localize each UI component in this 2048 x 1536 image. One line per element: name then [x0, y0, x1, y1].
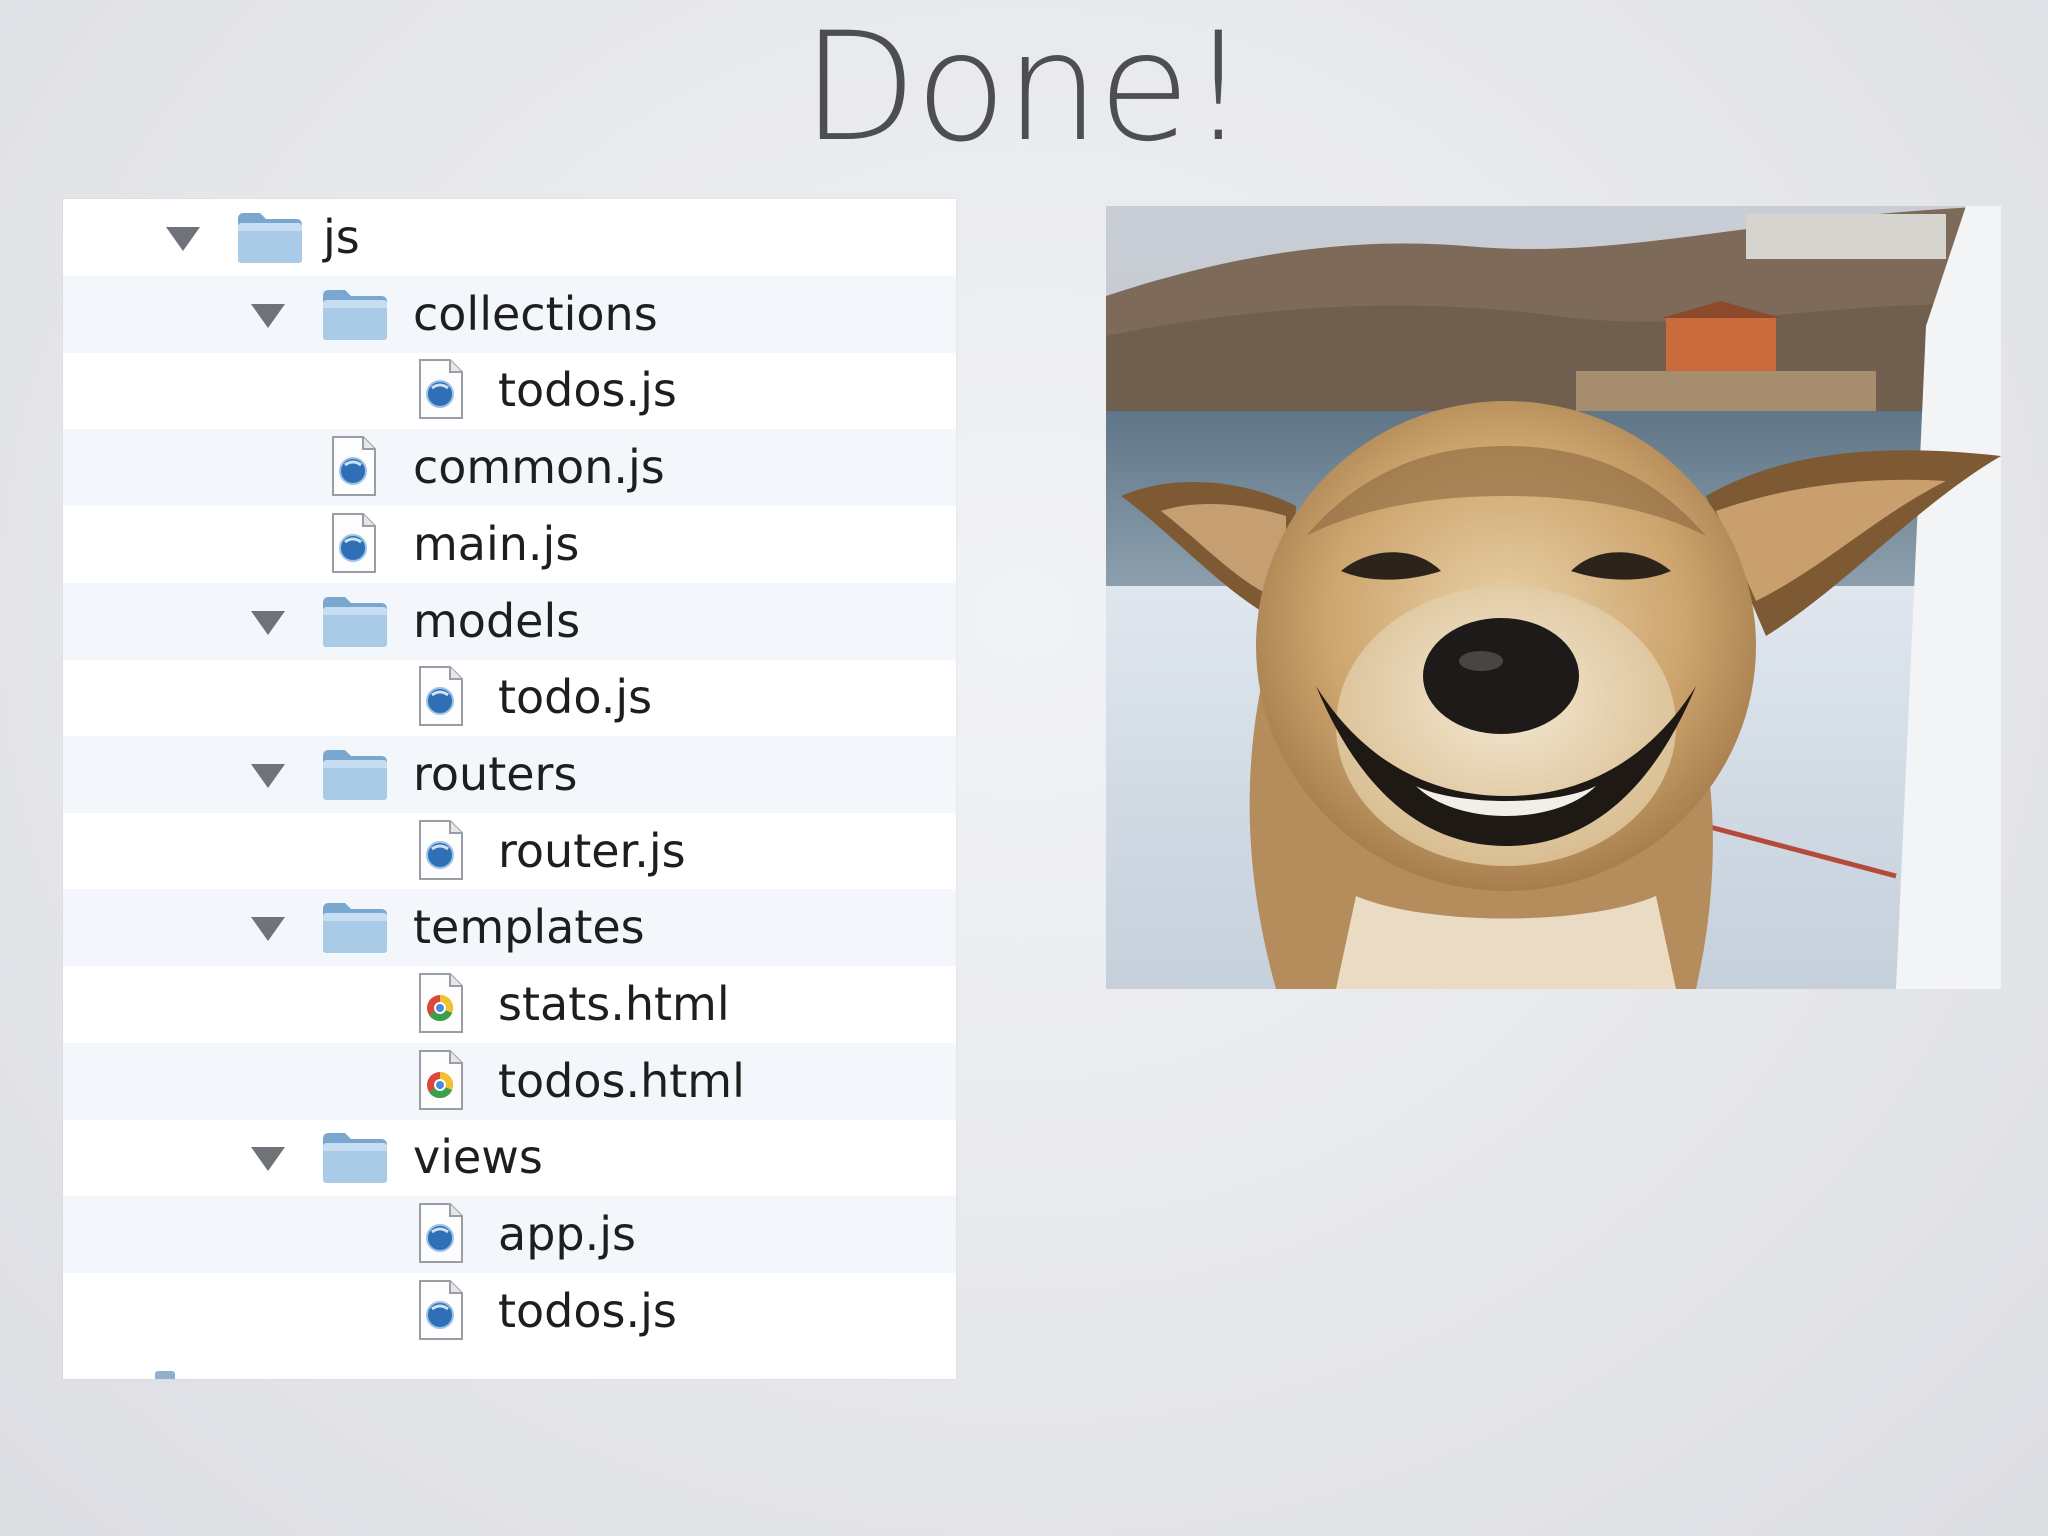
folder-icon — [321, 1129, 389, 1185]
tree-file-row[interactable]: todos.html — [63, 1043, 956, 1120]
tree-folder-row[interactable]: js — [63, 199, 956, 276]
tree-item-label: templates — [413, 900, 645, 954]
tree-item-label: todo.js — [498, 670, 653, 724]
javascript-file-icon — [418, 819, 464, 881]
tree-item-label: common.js — [413, 440, 665, 494]
tree-item-label: router.js — [498, 824, 686, 878]
folder-icon — [321, 746, 389, 802]
folder-icon — [321, 286, 389, 342]
tree-file-row[interactable]: todos.js — [63, 1273, 956, 1350]
html-file-icon — [418, 1049, 464, 1111]
tree-folder-row[interactable]: collections — [63, 276, 956, 353]
tree-file-row[interactable]: common.js — [63, 429, 956, 506]
tree-file-row[interactable]: main.js — [63, 506, 956, 583]
tree-folder-row[interactable]: templates — [63, 889, 956, 966]
tree-item-label: main.js — [413, 517, 580, 571]
html-file-icon — [418, 972, 464, 1034]
tree-item-label: todos.html — [498, 1054, 745, 1108]
tree-item-label: models — [413, 594, 581, 648]
javascript-file-icon — [418, 1279, 464, 1341]
folder-icon — [321, 899, 389, 955]
javascript-file-icon — [418, 665, 464, 727]
tree-item-label: todos.js — [498, 1284, 677, 1338]
javascript-file-icon — [331, 435, 377, 497]
tree-file-row[interactable]: stats.html — [63, 966, 956, 1043]
javascript-file-icon — [418, 358, 464, 420]
disclosure-triangle-icon[interactable] — [251, 764, 285, 788]
slide-title: Done! — [801, 1, 1249, 175]
tree-item-label: collections — [413, 287, 658, 341]
tree-folder-row[interactable]: views — [63, 1119, 956, 1196]
tree-folder-row[interactable]: routers — [63, 736, 956, 813]
disclosure-triangle-icon[interactable] — [251, 611, 285, 635]
tree-folder-row[interactable]: models — [63, 583, 956, 660]
folder-icon — [236, 209, 304, 265]
tree-item-label: app.js — [498, 1207, 636, 1261]
disclosure-triangle-icon[interactable] — [251, 917, 285, 941]
dog-photo — [1106, 206, 2001, 989]
tree-item-label: js — [323, 210, 360, 264]
tree-item-label: views — [413, 1130, 543, 1184]
tree-item-label: todos.js — [498, 363, 677, 417]
disclosure-triangle-icon[interactable] — [166, 227, 200, 251]
tree-file-row[interactable]: app.js — [63, 1196, 956, 1273]
folder-icon — [321, 593, 389, 649]
clipped-row-fragment — [155, 1371, 175, 1379]
tree-item-label: routers — [413, 747, 578, 801]
tree-file-row[interactable]: todos.js — [63, 352, 956, 429]
file-tree: js collections todos.js common.js main.js mod… — [63, 199, 956, 1379]
javascript-file-icon — [331, 512, 377, 574]
tree-file-row[interactable]: router.js — [63, 813, 956, 890]
javascript-file-icon — [418, 1202, 464, 1264]
disclosure-triangle-icon[interactable] — [251, 1147, 285, 1171]
disclosure-triangle-icon[interactable] — [251, 304, 285, 328]
tree-item-label: stats.html — [498, 977, 730, 1031]
tree-file-row[interactable]: todo.js — [63, 659, 956, 736]
